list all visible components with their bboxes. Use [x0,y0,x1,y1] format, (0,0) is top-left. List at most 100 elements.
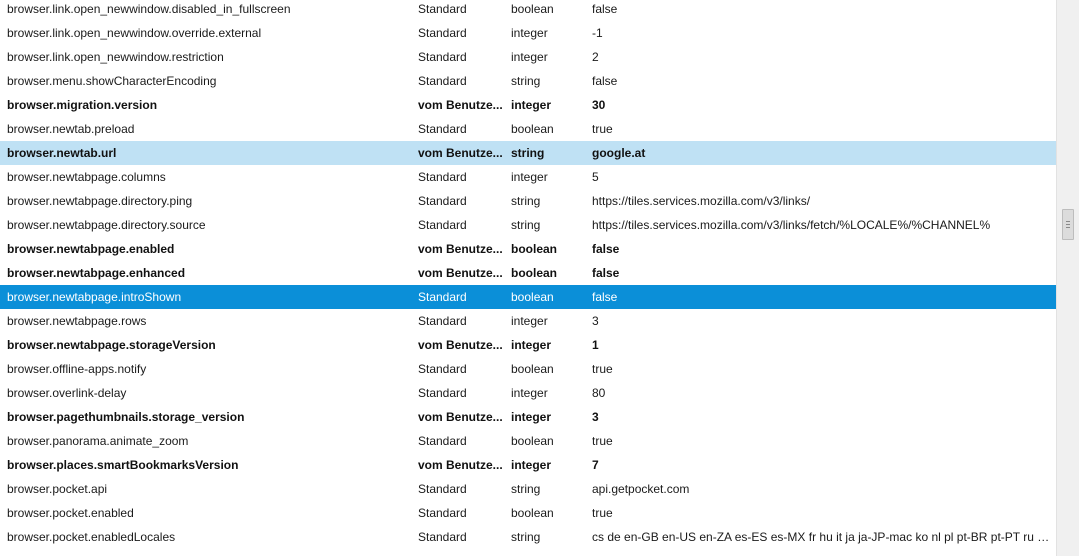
table-row[interactable]: browser.pocket.enabled Standard boolean tru… [0,501,1056,525]
table-row[interactable]: browser.newtabpage.columns Standard intege… [0,165,1056,189]
pref-name: browser.overlink-delay [7,386,127,400]
table-row[interactable]: browser.newtab.preload Standard boolean tru… [0,117,1056,141]
pref-value: 7 [592,458,599,472]
table-row[interactable]: browser.offline-apps.notify Standard boole… [0,357,1056,381]
pref-name: browser.newtab.preload [7,122,135,136]
pref-type: string [511,530,541,544]
pref-value: false [592,242,620,256]
pref-name: browser.newtabpage.rows [7,314,147,328]
pref-status: Standard [418,314,467,328]
pref-value: 3 [592,410,599,424]
table-row[interactable]: browser.newtab.url vom Benutze... string go… [0,141,1056,165]
table-row[interactable]: browser.pagethumbnails.storage_version vo… [0,405,1056,429]
pref-status: Standard [418,290,467,304]
pref-status: Standard [418,386,467,400]
table-row[interactable]: browser.panorama.animate_zoom Standard boo… [0,429,1056,453]
pref-status: Standard [418,74,467,88]
table-row[interactable]: browser.link.open_newwindow.disabled_in_… [0,0,1056,21]
pref-value: google.at [592,146,646,160]
table-row[interactable]: browser.pocket.api Standard string api.getp… [0,477,1056,501]
pref-status: vom Benutze... [418,146,503,160]
pref-status: Standard [418,170,467,184]
pref-value: true [592,362,613,376]
pref-value: 30 [592,98,606,112]
preferences-table: browser.link.open_newwindow.disabled_in_… [0,0,1056,549]
pref-type: boolean [511,506,554,520]
pref-name: browser.newtabpage.introShown [7,290,182,304]
grip-line [1066,227,1070,228]
table-row[interactable]: browser.places.smartBookmarksVersion vom … [0,453,1056,477]
pref-type: boolean [511,362,554,376]
pref-name: browser.newtabpage.storageVersion [7,338,216,352]
pref-status: Standard [418,362,467,376]
pref-status: Standard [418,434,467,448]
pref-type: string [511,482,541,496]
pref-type: string [511,146,545,160]
pref-type: boolean [511,2,554,16]
pref-type: integer [511,26,548,40]
table-row[interactable]: browser.newtabpage.enabled vom Benutze...… [0,237,1056,261]
pref-value: 2 [592,50,599,64]
table-row[interactable]: browser.newtabpage.storageVersion vom Ben… [0,333,1056,357]
pref-status: vom Benutze... [418,458,503,472]
table-row[interactable]: browser.newtabpage.introShown Standard boo… [0,285,1056,309]
table-row[interactable]: browser.migration.version vom Benutze... i… [0,93,1056,117]
table-row[interactable]: browser.overlink-delay Standard integer 80 [0,381,1056,405]
pref-name: browser.pocket.api [7,482,108,496]
pref-name: browser.newtabpage.directory.ping [7,194,193,208]
pref-name: browser.pocket.enabled [7,506,134,520]
pref-type: integer [511,386,548,400]
pref-name: browser.link.open_newwindow.override.ext… [7,26,262,40]
pref-value: false [592,290,618,304]
pref-name: browser.newtabpage.enhanced [7,266,186,280]
table-row[interactable]: browser.newtabpage.enhanced vom Benutze..… [0,261,1056,285]
pref-value: https://tiles.services.mozilla.com/v3/li… [592,218,991,232]
pref-type: integer [511,50,548,64]
pref-status: Standard [418,194,467,208]
pref-status: vom Benutze... [418,242,503,256]
pref-name: browser.newtabpage.directory.source [7,218,206,232]
pref-name: browser.newtabpage.columns [7,170,166,184]
pref-status: Standard [418,530,467,544]
pref-value: true [592,506,613,520]
grip-line [1066,224,1070,225]
pref-status: vom Benutze... [418,266,503,280]
pref-type: boolean [511,434,554,448]
table-row[interactable]: browser.pocket.enabledLocales Standard str… [0,525,1056,549]
pref-value: api.getpocket.com [592,482,690,496]
table-row[interactable]: browser.newtabpage.directory.source Stand… [0,213,1056,237]
pref-type: integer [511,458,552,472]
scrollbar-thumb[interactable] [1062,209,1074,240]
pref-name: browser.migration.version [7,98,158,112]
pref-value: false [592,266,620,280]
table-row[interactable]: browser.menu.showCharacterEncoding Standa… [0,69,1056,93]
pref-type: string [511,194,541,208]
pref-value: 1 [592,338,599,352]
pref-status: Standard [418,482,467,496]
pref-type: boolean [511,290,554,304]
table-row[interactable]: browser.link.open_newwindow.restriction S… [0,45,1056,69]
pref-name: browser.pocket.enabledLocales [7,530,176,544]
pref-value: true [592,122,613,136]
pref-name: browser.newtabpage.enabled [7,242,175,256]
table-row[interactable]: browser.newtabpage.rows Standard integer 3 [0,309,1056,333]
pref-type: boolean [511,242,558,256]
pref-type: integer [511,314,548,328]
pref-value: cs de en-GB en-US en-ZA es-ES es-MX fr h… [592,530,1052,544]
pref-status: Standard [418,2,467,16]
pref-value: -1 [592,26,603,40]
pref-status: vom Benutze... [418,410,503,424]
pref-status: Standard [418,506,467,520]
pref-status: Standard [418,122,467,136]
pref-type: boolean [511,122,554,136]
table-row[interactable]: browser.newtabpage.directory.ping Standar… [0,189,1056,213]
pref-status: Standard [418,26,467,40]
pref-type: string [511,74,541,88]
table-row[interactable]: browser.link.open_newwindow.override.ext… [0,21,1056,45]
vertical-scrollbar[interactable] [1056,0,1079,556]
pref-status: Standard [418,50,467,64]
pref-value: 80 [592,386,606,400]
pref-type: integer [511,98,552,112]
pref-name: browser.link.open_newwindow.restriction [7,50,224,64]
pref-name: browser.link.open_newwindow.disabled_in_… [7,2,291,16]
